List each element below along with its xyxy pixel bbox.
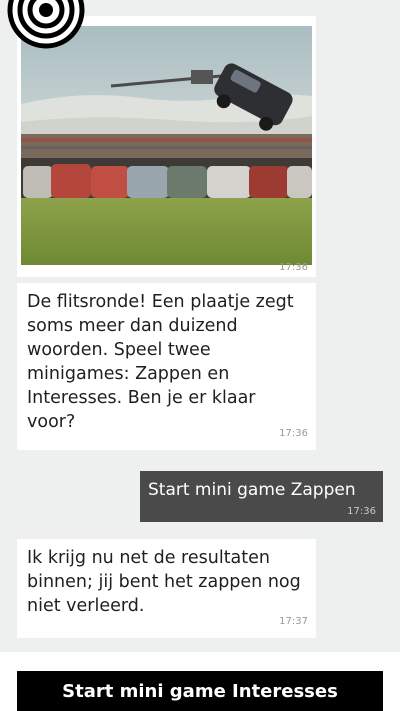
message-time: 17:36 bbox=[279, 428, 308, 439]
start-interesses-button[interactable]: Start mini game Interesses bbox=[17, 671, 383, 711]
message-text: Ik krijg nu net de resultaten binnen; ji… bbox=[27, 548, 301, 616]
incoming-message-bubble: Ik krijg nu net de resultaten binnen; ji… bbox=[17, 539, 316, 638]
action-bar: Start mini game Interesses bbox=[0, 652, 400, 711]
outgoing-message-bubble: Start mini game Zappen 17:36 bbox=[140, 471, 383, 522]
message-time: 17:36 bbox=[347, 506, 376, 517]
incoming-message-bubble: De flitsronde! Een plaatje zegt soms mee… bbox=[17, 283, 316, 450]
message-time: 17:36 bbox=[279, 262, 308, 273]
message-text: Start mini game Zappen bbox=[148, 480, 356, 500]
rally-car-crash-photo[interactable] bbox=[21, 26, 312, 265]
message-text: De flitsronde! Een plaatje zegt soms mee… bbox=[27, 292, 294, 432]
image-message-bubble[interactable]: 17:36 bbox=[17, 16, 316, 277]
chat-view: 17:36 De flitsronde! Een plaatje zegt so… bbox=[0, 0, 400, 711]
message-time: 17:37 bbox=[279, 616, 308, 627]
target-icon bbox=[6, 0, 86, 50]
